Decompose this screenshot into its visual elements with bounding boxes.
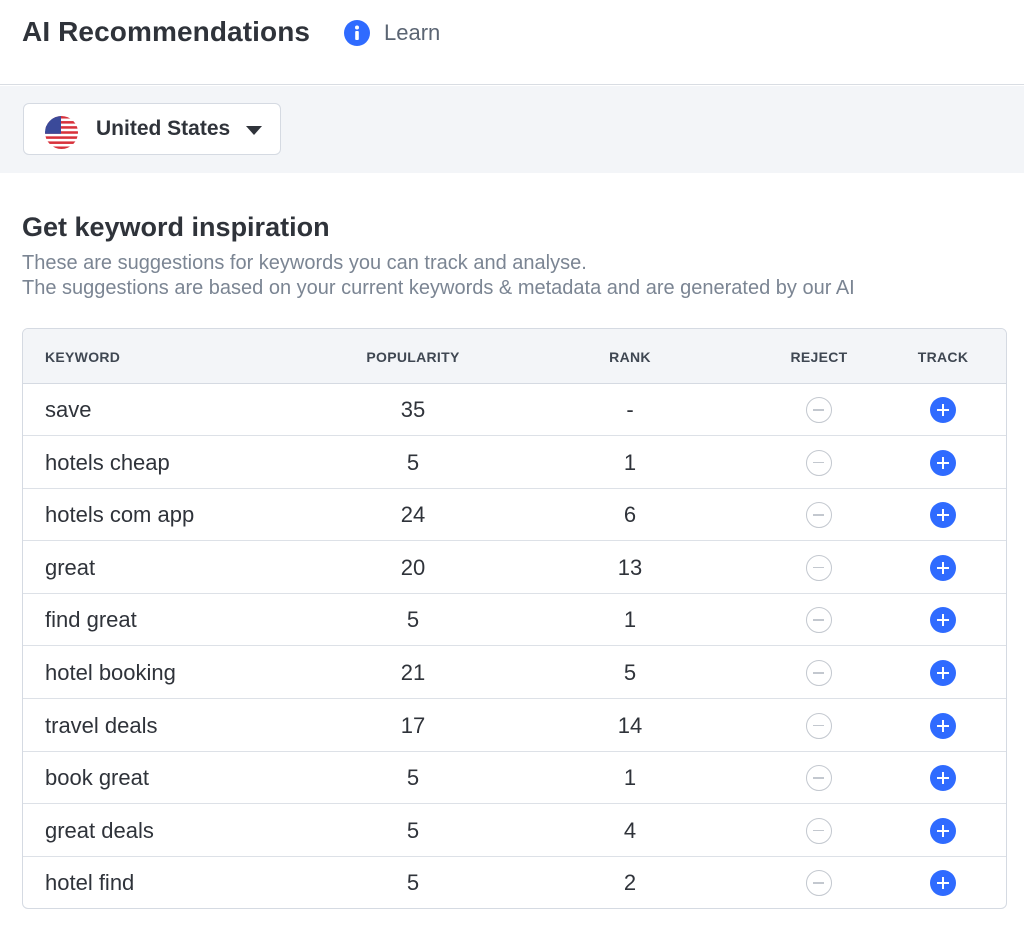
- popularity-cell: 35: [400, 397, 426, 422]
- section-title: Get keyword inspiration: [22, 212, 330, 242]
- column-header-rank: RANK: [609, 349, 651, 365]
- rank-cell: 2: [623, 870, 637, 896]
- track-button[interactable]: [930, 660, 956, 686]
- track-button[interactable]: [930, 502, 956, 529]
- country-label: United States: [96, 117, 231, 140]
- keyword-table: KEYWORD POPULARITY RANK REJECT TRACK sav…: [22, 328, 1007, 909]
- popularity-cell: 21: [400, 660, 426, 685]
- reject-button[interactable]: [806, 765, 832, 792]
- rank-cell: 14: [617, 712, 643, 738]
- page-header: AI Recommendations Learn: [0, 0, 1024, 85]
- reject-button[interactable]: [806, 607, 832, 634]
- section-description-2: The suggestions are based on your curren…: [22, 277, 855, 299]
- track-button[interactable]: [930, 554, 956, 581]
- keyword-cell: hotels com app: [45, 502, 195, 528]
- popularity-cell: 20: [400, 554, 426, 580]
- keyword-cell: save: [45, 397, 92, 422]
- column-header-reject: REJECT: [790, 349, 848, 365]
- track-button[interactable]: [930, 765, 956, 792]
- reject-button[interactable]: [806, 817, 832, 844]
- rank-cell: 4: [623, 817, 637, 843]
- filter-bar: United States: [0, 86, 1024, 173]
- table-row: hotel booking 21 5: [23, 647, 1006, 699]
- track-button[interactable]: [930, 712, 956, 739]
- page-title: AI Recommendations: [22, 16, 311, 47]
- learn-label: Learn: [384, 20, 441, 45]
- keyword-cell: hotel booking: [45, 660, 176, 685]
- reject-button[interactable]: [806, 449, 832, 476]
- rank-cell: -: [626, 397, 634, 422]
- track-button[interactable]: [930, 397, 956, 423]
- table-row: hotels com app 24 6: [23, 489, 1006, 542]
- reject-button[interactable]: [806, 870, 832, 897]
- track-button[interactable]: [930, 817, 956, 844]
- keyword-cell: great: [45, 554, 96, 580]
- us-flag-icon: [45, 116, 78, 149]
- popularity-cell: 5: [406, 765, 420, 791]
- popularity-cell: 5: [406, 607, 420, 633]
- keyword-cell: hotel find: [45, 870, 135, 896]
- caret-down-icon: [246, 126, 262, 135]
- country-dropdown[interactable]: United States: [23, 103, 281, 155]
- section-description-1: These are suggestions for keywords you c…: [22, 252, 587, 274]
- reject-button[interactable]: [806, 502, 832, 529]
- table-header: KEYWORD POPULARITY RANK REJECT TRACK: [23, 329, 1006, 384]
- table-row: great 20 13: [23, 542, 1006, 594]
- track-button[interactable]: [930, 870, 956, 897]
- table-row: find great 5 1: [23, 594, 1006, 647]
- table-row: travel deals 17 14: [23, 700, 1006, 752]
- keyword-cell: great deals: [45, 817, 154, 843]
- popularity-cell: 5: [406, 870, 420, 896]
- popularity-cell: 5: [406, 817, 420, 843]
- track-button[interactable]: [930, 607, 956, 634]
- reject-button[interactable]: [806, 554, 832, 581]
- track-button[interactable]: [930, 449, 956, 476]
- info-icon: [344, 20, 370, 46]
- keyword-cell: travel deals: [45, 712, 158, 738]
- column-header-track: TRACK: [917, 349, 969, 365]
- learn-link[interactable]: Learn: [344, 20, 440, 46]
- reject-button[interactable]: [806, 397, 832, 423]
- table-row: great deals 5 4: [23, 805, 1006, 857]
- rank-cell: 13: [617, 554, 643, 580]
- table-row: hotels cheap 5 1: [23, 437, 1006, 489]
- table-row: hotel find 5 2: [23, 857, 1006, 908]
- reject-button[interactable]: [806, 712, 832, 739]
- keyword-cell: book great: [45, 765, 149, 791]
- rank-cell: 1: [623, 765, 637, 791]
- keyword-cell: find great: [45, 607, 137, 633]
- table-row: book great 5 1: [23, 752, 1006, 805]
- rank-cell: 6: [623, 502, 637, 528]
- rank-cell: 1: [623, 449, 637, 475]
- rank-cell: 5: [623, 660, 637, 685]
- popularity-cell: 5: [406, 449, 420, 475]
- keyword-cell: hotels cheap: [45, 449, 170, 475]
- popularity-cell: 24: [400, 502, 426, 528]
- column-header-popularity: POPULARITY: [366, 349, 460, 365]
- popularity-cell: 17: [400, 712, 426, 738]
- reject-button[interactable]: [806, 660, 832, 686]
- table-row: save 35 -: [23, 384, 1006, 436]
- rank-cell: 1: [623, 607, 637, 633]
- column-header-keyword: KEYWORD: [45, 349, 121, 365]
